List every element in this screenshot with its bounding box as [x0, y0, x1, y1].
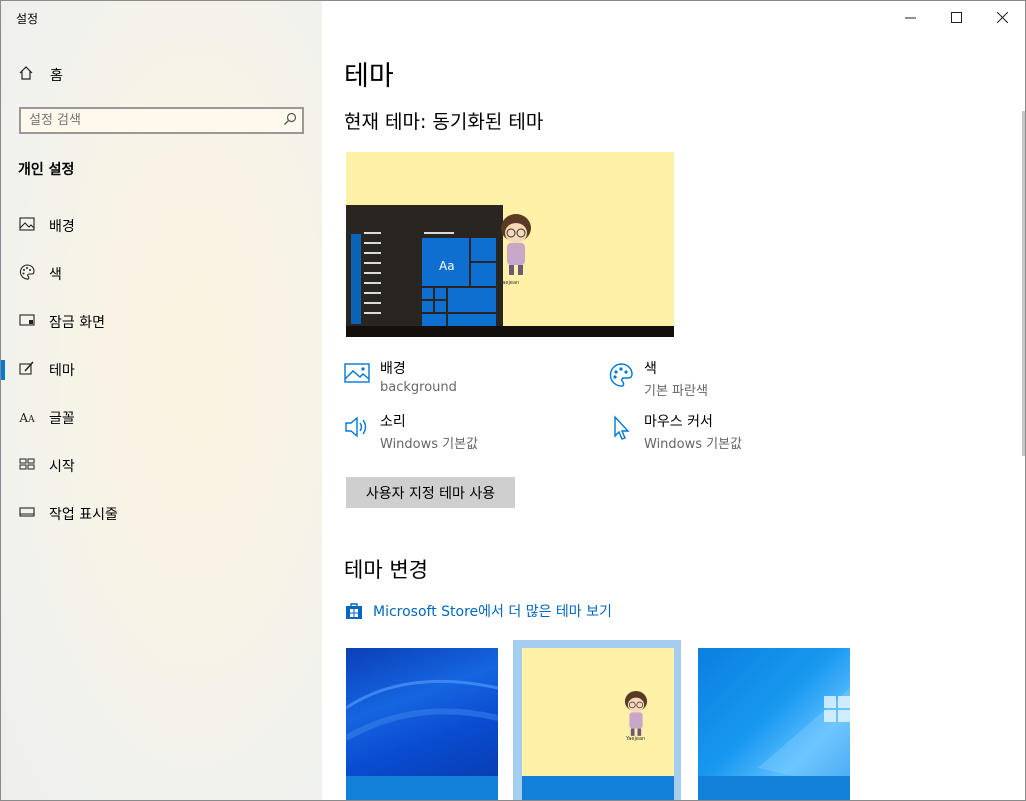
preview-taskbar: [346, 326, 674, 337]
theme-preview: Aa Yaejean: [346, 152, 674, 337]
theme-thumbnail-windows-light[interactable]: [698, 648, 850, 800]
theme-brush-icon: [18, 361, 36, 379]
taskbar-icon: [18, 506, 36, 522]
sidebar-item-label: 테마: [49, 363, 75, 379]
sidebar-item-label: 배경: [49, 219, 75, 235]
property-value: Windows 기본값: [380, 437, 479, 452]
current-theme-label: 현재 테마: 동기화된 테마: [344, 111, 544, 133]
sidebar-item-label: 글꼴: [49, 411, 75, 427]
settings-window: 설정 홈 개인 설정 배경 색: [0, 0, 1026, 801]
property-name: 배경: [380, 361, 406, 377]
home-icon: [18, 65, 38, 85]
minimize-icon[interactable]: [887, 1, 933, 33]
avatar-character: [498, 210, 534, 290]
theme-thumbnail-synced[interactable]: Yaejean: [522, 648, 674, 800]
search-box[interactable]: [19, 107, 304, 134]
search-input[interactable]: [21, 112, 278, 129]
preview-start-strip: [351, 234, 361, 324]
window-controls: [887, 1, 1025, 33]
property-value: 기본 파란색: [644, 384, 708, 399]
preview-tile-text: Aa: [439, 259, 455, 273]
store-link-text: Microsoft Store에서 더 많은 테마 보기: [373, 604, 612, 620]
app-title: 설정: [16, 12, 39, 26]
theme-thumbnail-windows-blue[interactable]: [346, 648, 498, 800]
preview-header-line: [424, 232, 454, 234]
maximize-icon[interactable]: [933, 1, 979, 33]
property-background[interactable]: 배경 background: [344, 358, 457, 395]
palette-icon: [18, 264, 36, 284]
font-icon: AA: [19, 411, 35, 425]
sidebar-item-start[interactable]: 시작: [1, 446, 322, 486]
thumbnail-caption: Yaejean: [626, 736, 646, 742]
search-icon[interactable]: [278, 112, 302, 130]
property-sound[interactable]: 소리 Windows 기본값: [344, 411, 478, 452]
section-title: 개인 설정: [18, 162, 75, 178]
close-icon[interactable]: [979, 1, 1025, 33]
preview-menu-lines: [364, 232, 381, 322]
lock-screen-icon: [18, 313, 36, 331]
sidebar-item-label: 잠금 화면: [49, 315, 105, 331]
property-mouse-cursor[interactable]: 마우스 커서 Windows 기본값: [608, 411, 742, 452]
sidebar-item-label: 작업 표시줄: [49, 507, 118, 523]
property-color[interactable]: 색 기본 파란색: [608, 358, 708, 399]
preview-tiles: [422, 238, 496, 326]
home-label: 홈: [50, 68, 63, 84]
microsoft-store-link[interactable]: Microsoft Store에서 더 많은 테마 보기: [345, 601, 612, 621]
sidebar-item-background[interactable]: 배경: [1, 206, 322, 246]
speaker-icon: [344, 415, 370, 441]
picture-icon: [344, 362, 370, 388]
sidebar-item-label: 색: [49, 267, 62, 283]
cursor-icon: [608, 415, 634, 441]
start-icon: [18, 458, 36, 474]
page-title: 테마: [344, 61, 394, 92]
property-value: background: [380, 380, 457, 395]
sidebar: 설정 홈 개인 설정 배경 색: [1, 1, 322, 800]
property-name: 소리: [380, 414, 406, 430]
sidebar-item-label: 시작: [49, 459, 75, 475]
preview-caption: Yaejean: [500, 280, 520, 286]
main-content: 테마 현재 테마: 동기화된 테마 Aa Yaejean 배경 backgrou…: [322, 1, 1025, 800]
use-custom-theme-button[interactable]: 사용자 지정 테마 사용: [346, 477, 515, 508]
home-nav[interactable]: 홈: [18, 63, 63, 87]
property-name: 색: [644, 361, 657, 377]
palette-icon: [608, 362, 634, 388]
change-theme-title: 테마 변경: [344, 558, 428, 582]
sidebar-item-fonts[interactable]: AA 글꼴: [1, 398, 322, 438]
property-value: Windows 기본값: [644, 437, 743, 452]
sidebar-item-theme[interactable]: 테마: [1, 350, 322, 390]
sidebar-item-lock-screen[interactable]: 잠금 화면: [1, 302, 322, 342]
store-bag-icon: [345, 602, 363, 620]
sidebar-item-taskbar[interactable]: 작업 표시줄: [1, 494, 322, 534]
property-name: 마우스 커서: [644, 414, 713, 430]
picture-icon: [18, 217, 36, 235]
sidebar-item-color[interactable]: 색: [1, 254, 322, 294]
scrollbar-thumb[interactable]: [1022, 111, 1025, 456]
